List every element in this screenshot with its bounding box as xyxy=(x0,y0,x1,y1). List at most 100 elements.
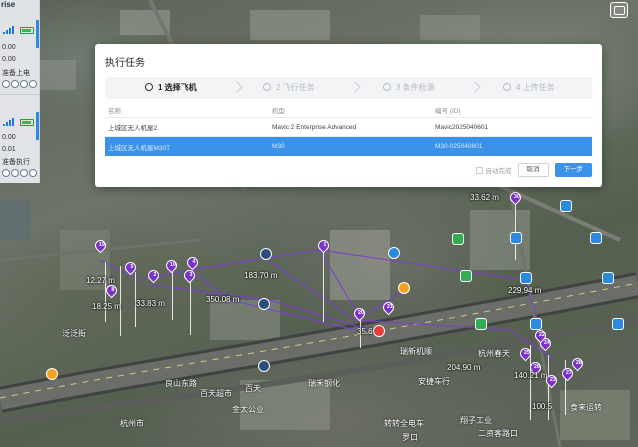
drone-2-value-2: 0.01 xyxy=(2,146,16,153)
step-circle-icon xyxy=(145,83,153,91)
step-select-aircraft[interactable]: 1 选择飞机 xyxy=(145,77,197,99)
execute-task-dialog: 执行任务 1 选择飞机 2 飞行任务 3 条件检测 4 上传任务 名称 机型 编… xyxy=(95,44,602,187)
camera-poi-icon[interactable] xyxy=(560,200,572,212)
place-label: 转转全电车 xyxy=(384,419,424,428)
step-flight-task[interactable]: 2 飞行任务 xyxy=(263,77,315,99)
place-label: 二资客路口 xyxy=(478,429,518,438)
drone-1-value-1: 0.00 xyxy=(2,44,16,51)
drone-2-status: 准备执行 xyxy=(2,159,30,166)
distance-label: 18.25 m xyxy=(92,302,121,311)
settings-icon[interactable] xyxy=(29,169,37,177)
distance-label: 350.08 m xyxy=(206,295,240,304)
step-condition-check[interactable]: 3 条件检测 xyxy=(383,77,435,99)
camera-poi-icon[interactable] xyxy=(590,232,602,244)
alert-marker-icon[interactable] xyxy=(398,282,410,294)
video-icon[interactable] xyxy=(11,169,19,177)
drone-2-value-1: 0.00 xyxy=(2,134,16,141)
table-row[interactable]: 上城区无人机屋2 Mavic 2 Enterprise Advanced Mav… xyxy=(105,118,592,137)
drone-1-status: 准备上电 xyxy=(2,70,30,77)
green-poi-icon[interactable] xyxy=(475,318,487,330)
dialog-title: 执行任务 xyxy=(105,58,145,69)
chevron-right-icon xyxy=(349,81,361,93)
cell-model: M30 xyxy=(272,143,285,150)
next-button[interactable]: 下一步 xyxy=(554,163,592,177)
green-poi-icon[interactable] xyxy=(460,270,472,282)
table-row-selected[interactable]: 上城区无人机屋M30T M30 M30-025040601 xyxy=(105,137,592,156)
battery-icon xyxy=(20,27,34,34)
place-label: 杭州市 xyxy=(120,419,144,428)
step-circle-icon xyxy=(263,83,271,91)
drone-1-actions[interactable] xyxy=(2,80,37,88)
alert-marker-icon[interactable] xyxy=(46,368,58,380)
place-label: 罗口 xyxy=(402,433,418,442)
step-upload-task[interactable]: 4 上传任务 xyxy=(503,77,555,99)
chevron-right-icon xyxy=(469,81,481,93)
auto-complete-checkbox[interactable]: 自动完成 xyxy=(475,165,512,175)
distance-label: 33.83 m xyxy=(136,299,165,308)
cell-name: 上城区无人机屋M30T xyxy=(108,144,171,152)
step-circle-icon xyxy=(383,83,391,91)
cell-id: Mavic2025040601 xyxy=(435,123,489,131)
table-header: 名称 机型 编号 (ID) xyxy=(105,102,592,118)
drone-dock-icon[interactable] xyxy=(388,247,400,259)
distance-label: 204.90 m xyxy=(447,363,481,372)
cell-model: Mavic 2 Enterprise Advanced xyxy=(272,123,357,131)
column-header-name: 名称 xyxy=(108,107,121,115)
distance-label: 35.6 xyxy=(357,327,373,336)
panel-title: rise xyxy=(1,0,16,9)
step-circle-icon xyxy=(503,83,511,91)
cell-id: M30-025040601 xyxy=(435,143,483,150)
camera-poi-icon[interactable] xyxy=(520,272,532,284)
aircraft-table: 名称 机型 编号 (ID) 上城区无人机屋2 Mavic 2 Enterpris… xyxy=(105,102,592,156)
distance-label: 100.5 xyxy=(532,402,553,411)
cell-name: 上城区无人机屋2 xyxy=(108,125,158,132)
distance-label: 183.70 m xyxy=(244,271,278,280)
place-label: 百天 xyxy=(245,384,261,393)
battery-icon xyxy=(20,119,34,126)
signal-icon xyxy=(3,26,17,34)
drone-status-panel: rise 0.00 0.00 准备上电 0.00 0.01 准备执行 xyxy=(0,0,40,183)
control-icon[interactable] xyxy=(20,169,28,177)
column-header-model: 机型 xyxy=(272,107,285,115)
dialog-footer: 自动完成 取消 下一步 xyxy=(475,163,592,177)
settings-icon[interactable] xyxy=(29,80,37,88)
copy-icon[interactable] xyxy=(610,2,628,18)
step-progress-bar: 1 选择飞机 2 飞行任务 3 条件检测 4 上传任务 xyxy=(105,77,592,99)
place-label: 安捷车行 xyxy=(418,377,450,386)
drone-2-scroll-indicator xyxy=(36,112,39,140)
place-label: 翔子工业 xyxy=(460,416,492,425)
drone-1-scroll-indicator xyxy=(36,20,39,48)
camera-icon[interactable] xyxy=(2,169,10,177)
place-label: 金太公业 xyxy=(232,405,264,414)
red-poi-icon[interactable] xyxy=(373,325,385,337)
drone-1-value-2: 0.00 xyxy=(2,56,16,63)
camera-icon[interactable] xyxy=(2,80,10,88)
signal-icon xyxy=(3,118,17,126)
camera-poi-icon[interactable] xyxy=(612,318,624,330)
place-label: 瑞新机顺 xyxy=(400,347,432,356)
place-label: 食来运转 xyxy=(570,403,602,412)
camera-poi-icon[interactable] xyxy=(530,318,542,330)
video-icon[interactable] xyxy=(11,80,19,88)
cancel-button[interactable]: 取消 xyxy=(517,163,549,177)
place-label: 良山东路 xyxy=(165,379,197,388)
place-label: 瑞禾钢化 xyxy=(308,379,340,388)
place-label: 杭州春天 xyxy=(478,349,510,358)
camera-poi-icon[interactable] xyxy=(602,272,614,284)
camera-marker-icon[interactable] xyxy=(258,360,270,372)
camera-marker-icon[interactable] xyxy=(258,298,270,310)
distance-label: 12.27 m xyxy=(86,276,115,285)
chevron-right-icon xyxy=(231,81,243,93)
drone-2-actions[interactable] xyxy=(2,169,37,177)
distance-label: 229.94 m xyxy=(508,286,542,295)
camera-marker-icon[interactable] xyxy=(260,248,272,260)
camera-poi-icon[interactable] xyxy=(510,232,522,244)
distance-label: 140.21 m xyxy=(514,371,548,380)
control-icon[interactable] xyxy=(20,80,28,88)
green-poi-icon[interactable] xyxy=(452,233,464,245)
place-label: 泛泛街 xyxy=(62,329,86,338)
checkbox-box[interactable] xyxy=(475,166,483,174)
column-header-id: 编号 (ID) xyxy=(435,107,461,115)
place-label: 百天超市 xyxy=(200,389,232,398)
distance-label: 33.62 m xyxy=(470,193,499,202)
